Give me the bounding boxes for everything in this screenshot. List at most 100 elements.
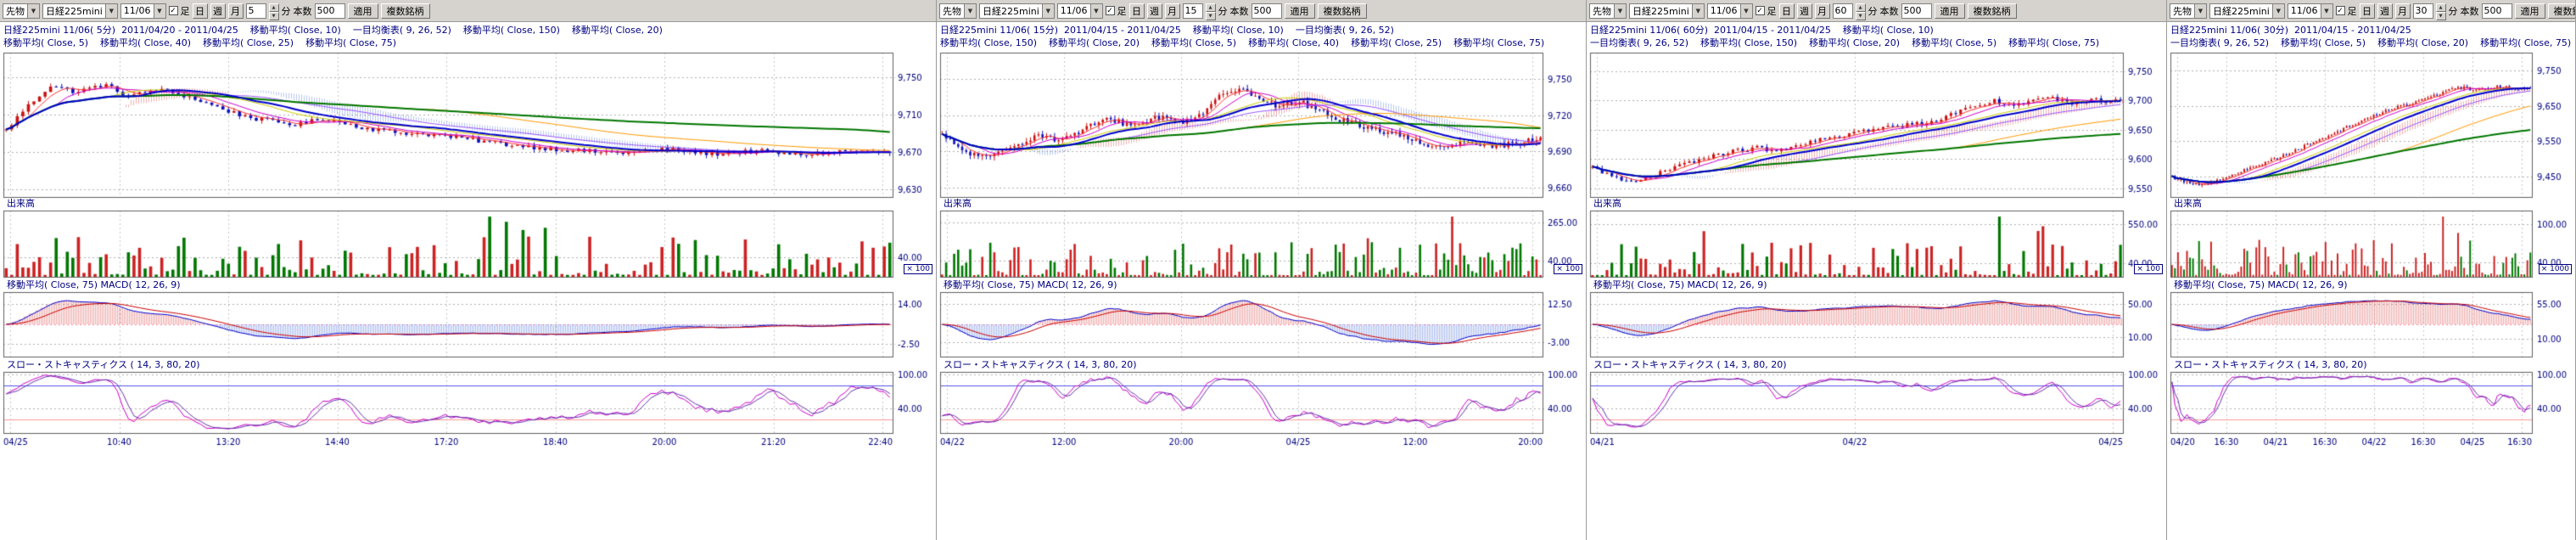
chevron-down-icon: ▼: [1090, 4, 1102, 18]
bars-input[interactable]: [1252, 3, 1282, 19]
spin-up-icon[interactable]: ▲: [1856, 3, 1866, 12]
month-button[interactable]: 月: [1165, 3, 1180, 19]
chevron-down-icon: ▼: [105, 4, 117, 18]
stochastics-label: スロー・ストキャスティクス ( 14, 3, 80, 20): [2174, 357, 2367, 371]
spin-down-icon[interactable]: ▼: [1206, 12, 1216, 20]
session-select[interactable]: 11/06 ▼: [1057, 3, 1103, 19]
chart-canvas[interactable]: [1588, 51, 2165, 457]
symbol-select[interactable]: 日経225mini ▼: [979, 3, 1055, 19]
interval-input[interactable]: [246, 3, 266, 19]
bars-input[interactable]: [2482, 3, 2512, 19]
symbol-select-value: 日経225mini: [2213, 4, 2270, 18]
chart-title-line1: 日経225mini 11/06( 30分) 2011/04/15 - 2011/…: [2170, 24, 2572, 37]
interval-spinner[interactable]: ▲▼: [1206, 3, 1216, 19]
chevron-down-icon: ▼: [2194, 4, 2206, 18]
chart-title-line2: 移動平均( Close, 5) 移動平均( Close, 40) 移動平均( C…: [3, 37, 932, 49]
week-button[interactable]: 週: [210, 3, 226, 19]
month-button[interactable]: 月: [2395, 3, 2411, 19]
chart-canvas[interactable]: [2, 51, 935, 457]
bars-input[interactable]: [1901, 3, 1932, 19]
chart-title: 日経225mini 11/06( 5分) 2011/04/20 - 2011/0…: [0, 22, 936, 51]
multi-symbol-button[interactable]: 複数銘柄: [381, 3, 430, 19]
month-button[interactable]: 月: [228, 3, 244, 19]
chart-canvas[interactable]: [2169, 51, 2574, 457]
apply-button[interactable]: 適用: [1285, 3, 1315, 19]
spin-down-icon[interactable]: ▼: [2436, 12, 2446, 20]
market-select[interactable]: 先物 ▼: [2170, 3, 2207, 19]
chart-title-line2: 移動平均( Close, 150) 移動平均( Close, 20) 移動平均(…: [940, 37, 1582, 49]
interval-spinner[interactable]: ▲▼: [269, 3, 279, 19]
interval-input[interactable]: [1833, 3, 1853, 19]
chart-title-line2: 一目均衡表( 9, 26, 52) 移動平均( Close, 150) 移動平均…: [1590, 37, 2163, 49]
macd-label: 移動平均( Close, 75) MACD( 12, 26, 9): [7, 278, 181, 291]
session-select[interactable]: 11/06 ▼: [2288, 3, 2333, 19]
spin-up-icon[interactable]: ▲: [2436, 3, 2446, 12]
multi-symbol-button[interactable]: 複数銘柄: [1318, 3, 1367, 19]
symbol-select[interactable]: 日経225mini ▼: [1629, 3, 1705, 19]
chart-title-line1: 日経225mini 11/06( 5分) 2011/04/20 - 2011/0…: [3, 24, 932, 37]
market-select-value: 先物: [2173, 4, 2192, 18]
chevron-down-icon: ▼: [1614, 4, 1626, 18]
day-button[interactable]: 日: [2360, 3, 2375, 19]
symbol-select-value: 日経225mini: [46, 4, 103, 18]
spin-up-icon[interactable]: ▲: [269, 3, 279, 12]
macd-label: 移動平均( Close, 75) MACD( 12, 26, 9): [944, 278, 1117, 291]
volume-unit-badge: × 100: [2134, 264, 2163, 274]
chart-panel: 先物 ▼ 日経225mini ▼ 11/06 ▼ ✓ 足 日 週 月 ▲▼ 分 …: [0, 0, 937, 540]
volume-unit-badge: × 100: [904, 264, 932, 274]
month-button[interactable]: 月: [1815, 3, 1830, 19]
market-select[interactable]: 先物 ▼: [939, 3, 977, 19]
volume-label: 出来高: [7, 196, 35, 210]
chart-title: 日経225mini 11/06( 15分) 2011/04/15 - 2011/…: [937, 22, 1586, 51]
session-select-value: 11/06: [2291, 5, 2318, 16]
panels-container: 先物 ▼ 日経225mini ▼ 11/06 ▼ ✓ 足 日 週 月 ▲▼ 分 …: [0, 0, 2576, 540]
apply-button[interactable]: 適用: [2515, 3, 2545, 19]
apply-button[interactable]: 適用: [348, 3, 378, 19]
chart-title: 日経225mini 11/06( 60分) 2011/04/15 - 2011/…: [1587, 22, 2166, 51]
week-button[interactable]: 週: [2377, 3, 2393, 19]
session-select-value: 11/06: [1061, 5, 1088, 16]
ashi-checkbox[interactable]: ✓: [169, 6, 178, 15]
interval-spinner[interactable]: ▲▼: [2436, 3, 2446, 19]
multi-symbol-button[interactable]: 複数銘柄: [1968, 3, 2017, 19]
market-select[interactable]: 先物 ▼: [3, 3, 40, 19]
minute-unit-label: 分: [1218, 4, 1228, 18]
symbol-select[interactable]: 日経225mini ▼: [2209, 3, 2285, 19]
panel-toolbar: 先物 ▼ 日経225mini ▼ 11/06 ▼ ✓ 足 日 週 月 ▲▼ 分 …: [2167, 0, 2575, 22]
market-select-value: 先物: [943, 4, 961, 18]
market-select-value: 先物: [1593, 4, 1611, 18]
week-button[interactable]: 週: [1147, 3, 1162, 19]
chart-area: 出来高 × 100 移動平均( Close, 75) MACD( 12, 26,…: [938, 51, 1584, 458]
ashi-label: 足: [1117, 4, 1127, 18]
chart-title-line1: 日経225mini 11/06( 15分) 2011/04/15 - 2011/…: [940, 24, 1582, 37]
market-select-value: 先物: [6, 4, 25, 18]
ashi-checkbox[interactable]: ✓: [1106, 6, 1115, 15]
stochastics-label: スロー・ストキャスティクス ( 14, 3, 80, 20): [1593, 357, 1787, 371]
chevron-down-icon: ▼: [154, 4, 165, 18]
symbol-select[interactable]: 日経225mini ▼: [42, 3, 118, 19]
day-button[interactable]: 日: [1129, 3, 1145, 19]
chevron-down-icon: ▼: [2321, 4, 2332, 18]
interval-input[interactable]: [2413, 3, 2433, 19]
day-button[interactable]: 日: [1779, 3, 1795, 19]
interval-spinner[interactable]: ▲▼: [1856, 3, 1866, 19]
ashi-checkbox[interactable]: ✓: [2336, 6, 2345, 15]
multi-symbol-button[interactable]: 複数銘柄: [2548, 3, 2576, 19]
session-select[interactable]: 11/06 ▼: [120, 3, 166, 19]
bars-input[interactable]: [315, 3, 345, 19]
week-button[interactable]: 週: [1797, 3, 1812, 19]
ashi-label: 足: [2348, 4, 2357, 18]
day-button[interactable]: 日: [193, 3, 208, 19]
spin-up-icon[interactable]: ▲: [1206, 3, 1216, 12]
market-select[interactable]: 先物 ▼: [1589, 3, 1627, 19]
chart-title: 日経225mini 11/06( 30分) 2011/04/15 - 2011/…: [2167, 22, 2575, 51]
ashi-checkbox[interactable]: ✓: [1756, 6, 1765, 15]
chart-canvas[interactable]: [938, 51, 1585, 457]
interval-input[interactable]: [1183, 3, 1203, 19]
spin-down-icon[interactable]: ▼: [1856, 12, 1866, 20]
session-select[interactable]: 11/06 ▼: [1707, 3, 1753, 19]
spin-down-icon[interactable]: ▼: [269, 12, 279, 20]
panel-toolbar: 先物 ▼ 日経225mini ▼ 11/06 ▼ ✓ 足 日 週 月 ▲▼ 分 …: [1587, 0, 2166, 22]
apply-button[interactable]: 適用: [1935, 3, 1965, 19]
volume-label: 出来高: [1593, 196, 1621, 210]
